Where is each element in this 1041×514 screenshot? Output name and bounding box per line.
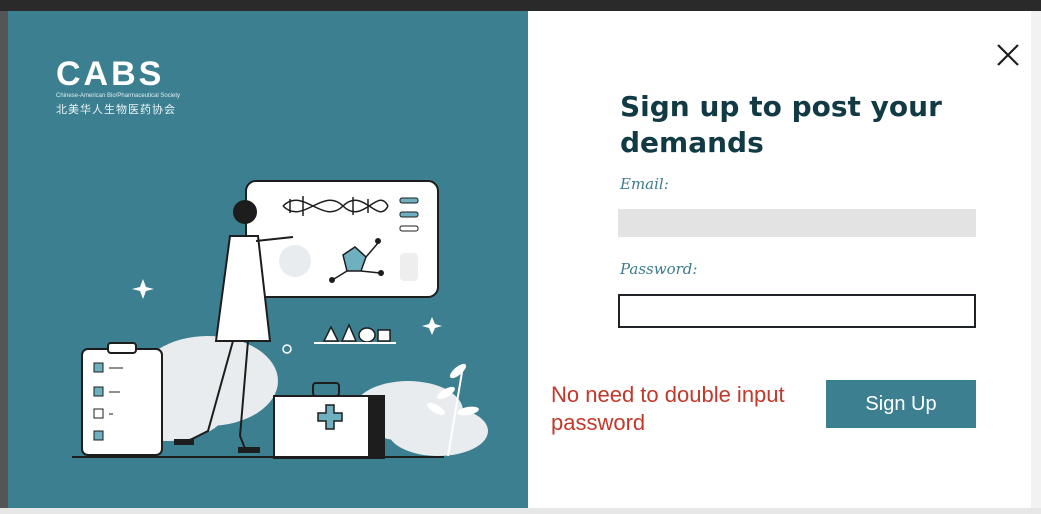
backdrop-left bbox=[0, 11, 8, 514]
email-field[interactable] bbox=[618, 209, 976, 237]
close-button[interactable] bbox=[990, 37, 1026, 73]
sign-up-button[interactable]: Sign Up bbox=[826, 380, 976, 428]
scientist-illustration bbox=[72, 180, 488, 459]
backdrop-top bbox=[0, 0, 1041, 11]
password-label: Password: bbox=[620, 260, 698, 278]
signup-form-panel: Sign up to post your demands Email: Pass… bbox=[528, 11, 1031, 508]
signup-modal: CABS Chinese-American Bio/Pharmaceutical… bbox=[8, 11, 1031, 508]
close-icon bbox=[997, 44, 1019, 66]
email-label: Email: bbox=[620, 175, 669, 193]
password-field[interactable] bbox=[618, 294, 976, 328]
backdrop-bottom bbox=[0, 508, 1041, 514]
password-hint: No need to double input password bbox=[551, 382, 785, 435]
illustration-panel: CABS Chinese-American Bio/Pharmaceutical… bbox=[8, 11, 528, 508]
backdrop-right bbox=[1031, 11, 1041, 514]
form-heading: Sign up to post your demands bbox=[620, 90, 942, 159]
